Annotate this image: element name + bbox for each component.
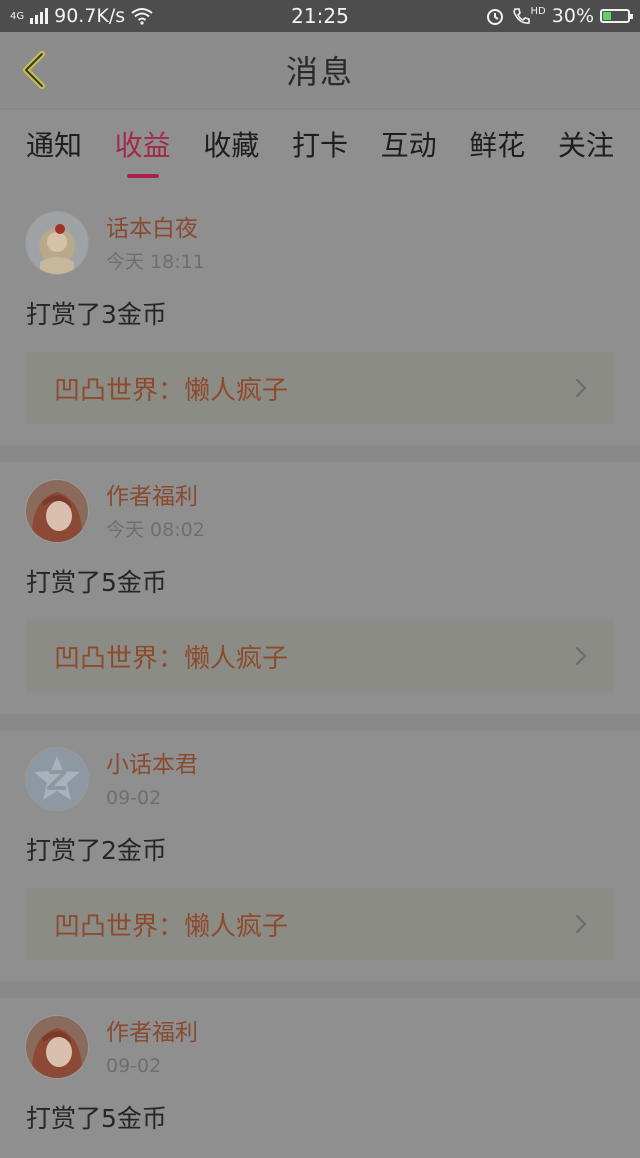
page-title: 消息	[285, 53, 354, 91]
tab-earnings[interactable]: 收益	[115, 124, 171, 178]
story-link[interactable]: 凹凸世界：懒人疯子	[26, 620, 614, 692]
message-meta: 话本白夜 今天 18:11	[106, 212, 205, 276]
tab-notifications[interactable]: 通知	[26, 124, 82, 178]
header: 消息	[0, 32, 640, 110]
story-link-label: 凹凸世界：懒人疯子	[54, 911, 289, 942]
message-text: 打赏了5金币	[26, 568, 167, 597]
alarm-icon	[486, 9, 503, 25]
tab-follow[interactable]: 关注	[558, 124, 614, 178]
battery-icon	[600, 9, 633, 23]
message-header: 作者福利 09-02	[26, 1016, 614, 1080]
story-link[interactable]: 凹凸世界：懒人疯子	[26, 888, 614, 960]
status-bar: 4G 90.7K/s HD 30% 21:25	[0, 0, 640, 32]
chevron-right-icon	[575, 378, 587, 398]
anime-girl-avatar-icon[interactable]	[26, 1016, 88, 1078]
message-card: 作者福利 今天 08:02 打赏了5金币 凹凸世界：懒人疯子	[0, 462, 640, 730]
sender-name[interactable]: 小话本君	[106, 750, 198, 780]
message-card: 作者福利 09-02 打赏了5金币	[0, 998, 640, 1158]
chevron-right-icon	[575, 914, 587, 934]
tab-flowers[interactable]: 鲜花	[469, 124, 525, 178]
message-time: 今天 18:11	[106, 251, 205, 273]
battery-percent: 30%	[551, 5, 594, 27]
signal-icon	[30, 8, 49, 24]
hd-label: HD	[530, 5, 546, 17]
tab-interaction[interactable]: 互动	[381, 124, 437, 178]
sender-name[interactable]: 作者福利	[106, 482, 205, 512]
tab-checkin[interactable]: 打卡	[292, 124, 348, 178]
message-meta: 作者福利 09-02	[106, 1016, 198, 1080]
message-meta: 小话本君 09-02	[106, 748, 198, 812]
chevron-right-icon	[575, 646, 587, 666]
sender-name[interactable]: 作者福利	[106, 1018, 198, 1048]
message-time: 09-02	[106, 1055, 162, 1077]
message-card: 小话本君 09-02 打赏了2金币 凹凸世界：懒人疯子	[0, 730, 640, 998]
story-link-label: 凹凸世界：懒人疯子	[54, 375, 289, 406]
phone-hd-icon	[512, 8, 530, 24]
network-type: 4G	[10, 10, 25, 22]
message-header: 话本白夜 今天 18:11	[26, 212, 614, 276]
z-logo-avatar-icon[interactable]	[26, 748, 88, 810]
doll-avatar-icon[interactable]	[26, 212, 88, 274]
message-header: 作者福利 今天 08:02	[26, 480, 614, 544]
message-list: 话本白夜 今天 18:11 打赏了3金币 凹凸世界：懒人疯子 作者福利 今天 0…	[0, 194, 640, 1158]
network-speed: 90.7K/s	[54, 5, 126, 27]
chevron-left-icon	[23, 51, 45, 89]
status-right: HD 30%	[485, 5, 633, 27]
message-time: 今天 08:02	[106, 519, 205, 541]
message-text: 打赏了2金币	[26, 836, 167, 865]
message-card: 话本白夜 今天 18:11 打赏了3金币 凹凸世界：懒人疯子	[0, 194, 640, 462]
tab-favorites[interactable]: 收藏	[203, 124, 259, 178]
status-left: 4G 90.7K/s	[10, 5, 153, 27]
message-text: 打赏了5金币	[26, 1104, 167, 1133]
message-text: 打赏了3金币	[26, 300, 167, 329]
anime-girl-avatar-icon[interactable]	[26, 480, 88, 542]
wifi-icon	[131, 8, 153, 25]
story-link-label: 凹凸世界：懒人疯子	[54, 643, 289, 674]
message-time: 09-02	[106, 787, 162, 809]
message-header: 小话本君 09-02	[26, 748, 614, 812]
battery-fill	[603, 12, 611, 20]
sender-name[interactable]: 话本白夜	[106, 214, 205, 244]
message-meta: 作者福利 今天 08:02	[106, 480, 205, 544]
back-button[interactable]	[16, 50, 56, 90]
tab-bar: 通知 收益 收藏 打卡 互动 鲜花 关注	[0, 110, 640, 194]
story-link[interactable]: 凹凸世界：懒人疯子	[26, 352, 614, 424]
